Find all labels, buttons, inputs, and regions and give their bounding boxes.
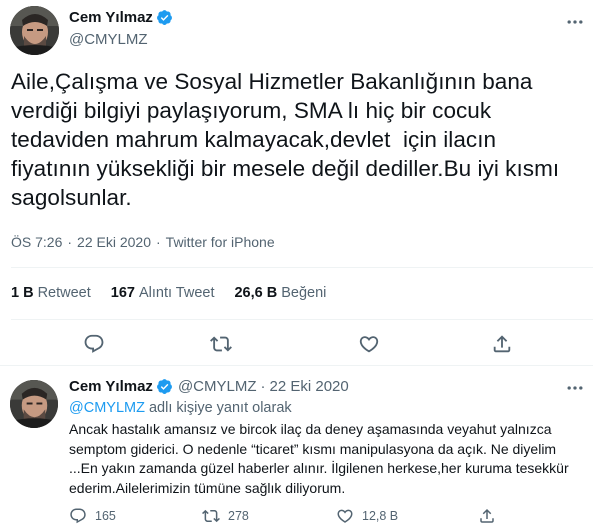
reply-icon [69,507,95,525]
verified-badge-icon [156,378,173,395]
reply-header: Cem Yılmaz @CMYLMZ · 22 Eki 2020 [69,378,349,395]
stat-label: Alıntı Tweet [138,285,215,301]
verified-badge-icon [156,9,173,26]
tweet-meta: ÖS 7:26 · 22 Eki 2020 · Twitter for iPho… [11,234,275,250]
like-count: 12,8 B [362,509,399,523]
tweet-date[interactable]: 22 Eki 2020 [270,378,349,395]
author-name-row: Cem Yılmaz [69,9,173,26]
author-handle[interactable]: @CMYLMZ [69,31,148,48]
stat-value: 167 [110,285,135,301]
heart-icon [336,507,362,525]
author-handle[interactable]: @CMYLMZ [178,378,257,395]
reply-mention-link[interactable]: @CMYLMZ [69,400,145,416]
reply-text: Ancak hastalık amansız ve bircok ilaç da… [69,421,569,496]
divider [11,267,593,268]
retweet-icon [202,507,228,525]
more-options-icon[interactable] [565,378,585,398]
author-avatar[interactable] [10,6,59,55]
author-name[interactable]: Cem Yılmaz [69,9,153,26]
tweet-text: Aile,Çalışma ve Sosyal Hizmetler Bakanlı… [11,69,560,210]
reply-tweet[interactable]: Cem Yılmaz @CMYLMZ · 22 Eki 2020 @CMYLMZ… [0,367,593,528]
meta-separator: · [156,234,161,250]
share-button[interactable] [478,507,504,525]
quote-tweet-stat[interactable]: 167 Alıntı Tweet [111,285,215,301]
meta-separator: · [67,234,73,250]
more-options-icon[interactable] [565,12,585,32]
main-tweet: Cem Yılmaz @CMYLMZ Aile,Çalışma ve Sosya… [0,0,593,366]
tweet-stats: 1 B Retweet 167 Alıntı Tweet 26,6 B Beğe… [11,285,346,301]
heart-icon[interactable] [358,333,380,355]
stat-value: 1 B [11,285,34,301]
retweet-count: 278 [228,509,249,523]
retweet-stat[interactable]: 1 B Retweet [11,285,91,301]
author-name[interactable]: Cem Yılmaz [69,378,153,395]
like-button[interactable]: 12,8 B [336,507,398,525]
reply-button[interactable]: 165 [69,507,116,525]
stat-label: Retweet [37,285,91,301]
reply-count: 165 [95,509,116,523]
meta-separator: · [260,378,266,395]
reply-icon[interactable] [83,333,105,355]
divider [11,319,593,320]
tweet-date[interactable]: 22 Eki 2020 [77,234,151,250]
retweet-button[interactable]: 278 [202,507,249,525]
tweet-time[interactable]: ÖS 7:26 [11,234,62,250]
stat-label: Beğeni [281,285,327,301]
like-stat[interactable]: 26,6 B Beğeni [234,285,326,301]
author-avatar[interactable] [10,380,58,428]
reply-to-label: adlı kişiye yanıt olarak [144,400,292,416]
tweet-actions [0,332,593,356]
stat-value: 26,6 B [234,285,278,301]
reply-actions: 165 278 12,8 B [69,507,584,525]
share-icon [478,507,504,525]
replying-to: @CMYLMZ adlı kişiye yanıt olarak [69,400,292,416]
tweet-source[interactable]: Twitter for iPhone [166,234,275,250]
share-icon[interactable] [491,333,513,355]
retweet-icon[interactable] [210,333,232,355]
